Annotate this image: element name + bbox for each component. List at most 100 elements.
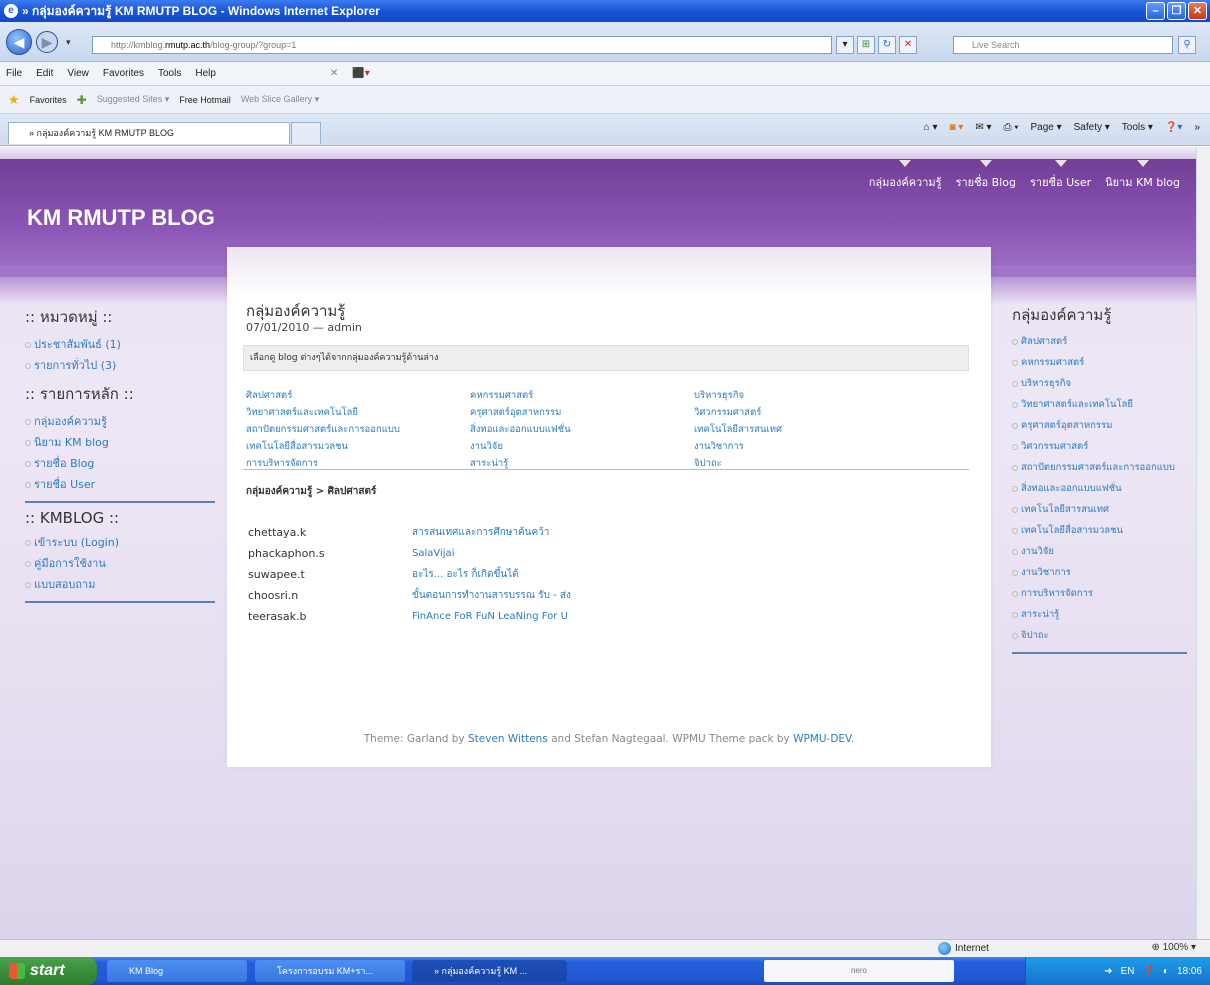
favorites-star-icon[interactable]: ★ [8, 92, 20, 108]
group-link[interactable]: งานวิจัย [1012, 541, 1187, 562]
print-icon[interactable]: ⎙ ▾ [1004, 122, 1019, 133]
menu-view[interactable]: View [67, 68, 89, 79]
chevron-more-icon[interactable]: » [1194, 122, 1200, 133]
tools-menu[interactable]: Tools ▾ [1122, 122, 1153, 133]
network-icon[interactable]: ◐ [1163, 966, 1169, 977]
forward-button[interactable]: ▶ [36, 31, 58, 53]
refresh-icon[interactable]: ↻ [878, 36, 896, 54]
category-link[interactable]: วิทยาศาสตร์และเทคโนโลยี [246, 405, 470, 420]
group-link[interactable]: สิ่งทอและออกแบบแฟชั่น [1012, 478, 1187, 499]
category-item[interactable]: รายการทั่วไป (3) [25, 355, 215, 376]
manual-link[interactable]: คู่มือการใช้งาน [25, 553, 215, 574]
maximize-button[interactable]: ❐ [1167, 2, 1186, 20]
login-link[interactable]: เข้าระบบ (Login) [25, 532, 215, 553]
blog-link[interactable]: สารสนเทศและการศึกษาค้นคว้า [412, 525, 549, 540]
favorite-free-hotmail[interactable]: Free Hotmail [179, 95, 231, 105]
start-button[interactable]: start [0, 957, 97, 985]
main-item-user-list[interactable]: รายชื่อ User [25, 474, 215, 495]
main-item-km-definition[interactable]: นิยาม KM blog [25, 432, 215, 453]
category-link[interactable]: ศิลปศาสตร์ [246, 388, 470, 403]
security-zone[interactable]: Internet [938, 942, 989, 955]
tray-arrow-icon[interactable]: ➜ [1104, 966, 1112, 977]
recent-pages-dropdown[interactable]: ▾ [66, 38, 71, 48]
group-link[interactable]: สถาปัตยกรรมศาสตร์และการออกแบบ [1012, 457, 1187, 478]
toolbar-close-icon[interactable]: ✕ [330, 68, 338, 79]
group-link[interactable]: งานวิชาการ [1012, 562, 1187, 583]
menu-favorites[interactable]: Favorites [103, 68, 144, 79]
group-link[interactable]: สาระน่ารู้ [1012, 604, 1187, 625]
group-link[interactable]: วิทยาศาสตร์และเทคโนโลยี [1012, 394, 1187, 415]
help-tray-icon[interactable]: ❓ [1142, 966, 1154, 977]
favorites-button[interactable]: Favorites [30, 95, 67, 105]
category-link[interactable]: บริหารธุรกิจ [694, 388, 918, 403]
footer-link-wpmu-dev[interactable]: WPMU-DEV [793, 733, 851, 745]
search-input[interactable]: Live Search [953, 36, 1173, 54]
group-link[interactable]: คหกรรมศาสตร์ [1012, 352, 1187, 373]
menu-help[interactable]: Help [195, 68, 216, 79]
group-link[interactable]: บริหารธุรกิจ [1012, 373, 1187, 394]
taskbar-item-word-doc[interactable]: โครงการอบรม KM+รา... [255, 960, 405, 982]
add-favorites-icon[interactable]: ✚ [77, 93, 87, 107]
list-item: suwapee.t อะไร... อะไร ก็เกิดขึ้นได้ [248, 564, 748, 585]
group-link[interactable]: ครุศาสตร์อุตสาหกรรม [1012, 415, 1187, 436]
menu-edit[interactable]: Edit [36, 68, 53, 79]
clock[interactable]: 18:06 [1177, 966, 1202, 977]
compat-view-icon[interactable]: ⊞ [857, 36, 875, 54]
nav-user-list[interactable]: รายชื่อ User [1030, 160, 1091, 191]
taskbar-item-km-blog[interactable]: KM Blog [107, 960, 247, 982]
group-link[interactable]: การบริหารจัดการ [1012, 583, 1187, 604]
category-link[interactable]: คหกรรมศาสตร์ [470, 388, 694, 403]
survey-link[interactable]: แบบสอบถาม [25, 574, 215, 595]
back-button[interactable]: ◀ [6, 29, 32, 55]
blog-link[interactable]: อะไร... อะไร ก็เกิดขึ้นได้ [412, 567, 519, 582]
category-link[interactable]: งานวิจัย [470, 439, 694, 454]
site-title[interactable]: KM RMUTP BLOG [27, 205, 215, 231]
nav-knowledge-groups[interactable]: กลุ่มองค์ความรู้ [869, 160, 942, 191]
category-link[interactable]: งานวิชาการ [694, 439, 918, 454]
stop-icon[interactable]: ✕ [899, 36, 917, 54]
nav-km-definition[interactable]: นิยาม KM blog [1105, 160, 1180, 191]
footer-link-steven-wittens[interactable]: Steven Wittens [468, 733, 548, 745]
address-dropdown-button[interactable]: ▾ [836, 36, 854, 54]
address-input[interactable]: http://kmblog.rmutp.ac.th/blog-group/?gr… [92, 36, 832, 54]
pdf-icon[interactable]: ⬛▾ [352, 68, 369, 79]
home-icon[interactable]: ⌂ ▾ [924, 122, 938, 133]
mail-icon[interactable]: ✉ ▾ [975, 122, 991, 133]
feeds-icon[interactable]: ◙ ▾ [949, 122, 963, 133]
language-indicator[interactable]: EN [1121, 966, 1135, 977]
favorite-web-slice-gallery[interactable]: Web Slice Gallery ▾ [241, 94, 319, 105]
category-link[interactable]: ครุศาสตร์อุตสาหกรรม [470, 405, 694, 420]
group-link[interactable]: จิปาถะ [1012, 625, 1187, 646]
minimize-button[interactable]: – [1146, 2, 1165, 20]
blog-link[interactable]: SalaVijai [412, 548, 454, 559]
close-button[interactable]: ✕ [1188, 2, 1207, 20]
help-icon[interactable]: ❓▾ [1165, 122, 1182, 133]
group-link[interactable]: เทคโนโลยีสื่อสารมวลชน [1012, 520, 1187, 541]
taskbar-item-ie[interactable]: » กลุ่มองค์ความรู้ KM ... [412, 960, 567, 982]
group-link[interactable]: วิศวกรรมศาสตร์ [1012, 436, 1187, 457]
nero-toolbar[interactable]: nero [764, 960, 954, 982]
new-tab-button[interactable] [291, 122, 321, 144]
category-link[interactable]: เทคโนโลยีสารสนเทศ [694, 422, 918, 437]
category-link[interactable]: สถาปัตยกรรมศาสตร์และการออกแบบ [246, 422, 470, 437]
main-item-blog-list[interactable]: รายชื่อ Blog [25, 453, 215, 474]
blog-link[interactable]: ขั้นตอนการทำงานสารบรรณ รับ - ส่ง [412, 588, 571, 603]
vertical-scrollbar[interactable] [1196, 147, 1210, 939]
nav-blog-list[interactable]: รายชื่อ Blog [956, 160, 1016, 191]
main-item-knowledge-groups[interactable]: กลุ่มองค์ความรู้ [25, 411, 215, 432]
tab-active[interactable]: » กลุ่มองค์ความรู้ KM RMUTP BLOG [8, 122, 290, 144]
menu-file[interactable]: File [6, 68, 22, 79]
group-link[interactable]: เทคโนโลยีสารสนเทศ [1012, 499, 1187, 520]
category-link[interactable]: วิศวกรรมศาสตร์ [694, 405, 918, 420]
zoom-control[interactable]: ⊕ 100% ▾ [1151, 942, 1196, 953]
blog-link[interactable]: FinAnce FoR FuN LeaNing For U [412, 611, 568, 622]
favorite-suggested-sites[interactable]: Suggested Sites ▾ [97, 94, 170, 105]
safety-menu[interactable]: Safety ▾ [1074, 122, 1110, 133]
search-icon[interactable]: ⚲ [1178, 36, 1196, 54]
menu-tools[interactable]: Tools [158, 68, 181, 79]
group-link[interactable]: ศิลปศาสตร์ [1012, 331, 1187, 352]
category-link[interactable]: สิ่งทอและออกแบบแฟชั่น [470, 422, 694, 437]
page-menu[interactable]: Page ▾ [1030, 122, 1061, 133]
category-item[interactable]: ประชาสัมพันธ์ (1) [25, 334, 215, 355]
category-link[interactable]: เทคโนโลยีสื่อสารมวลชน [246, 439, 470, 454]
